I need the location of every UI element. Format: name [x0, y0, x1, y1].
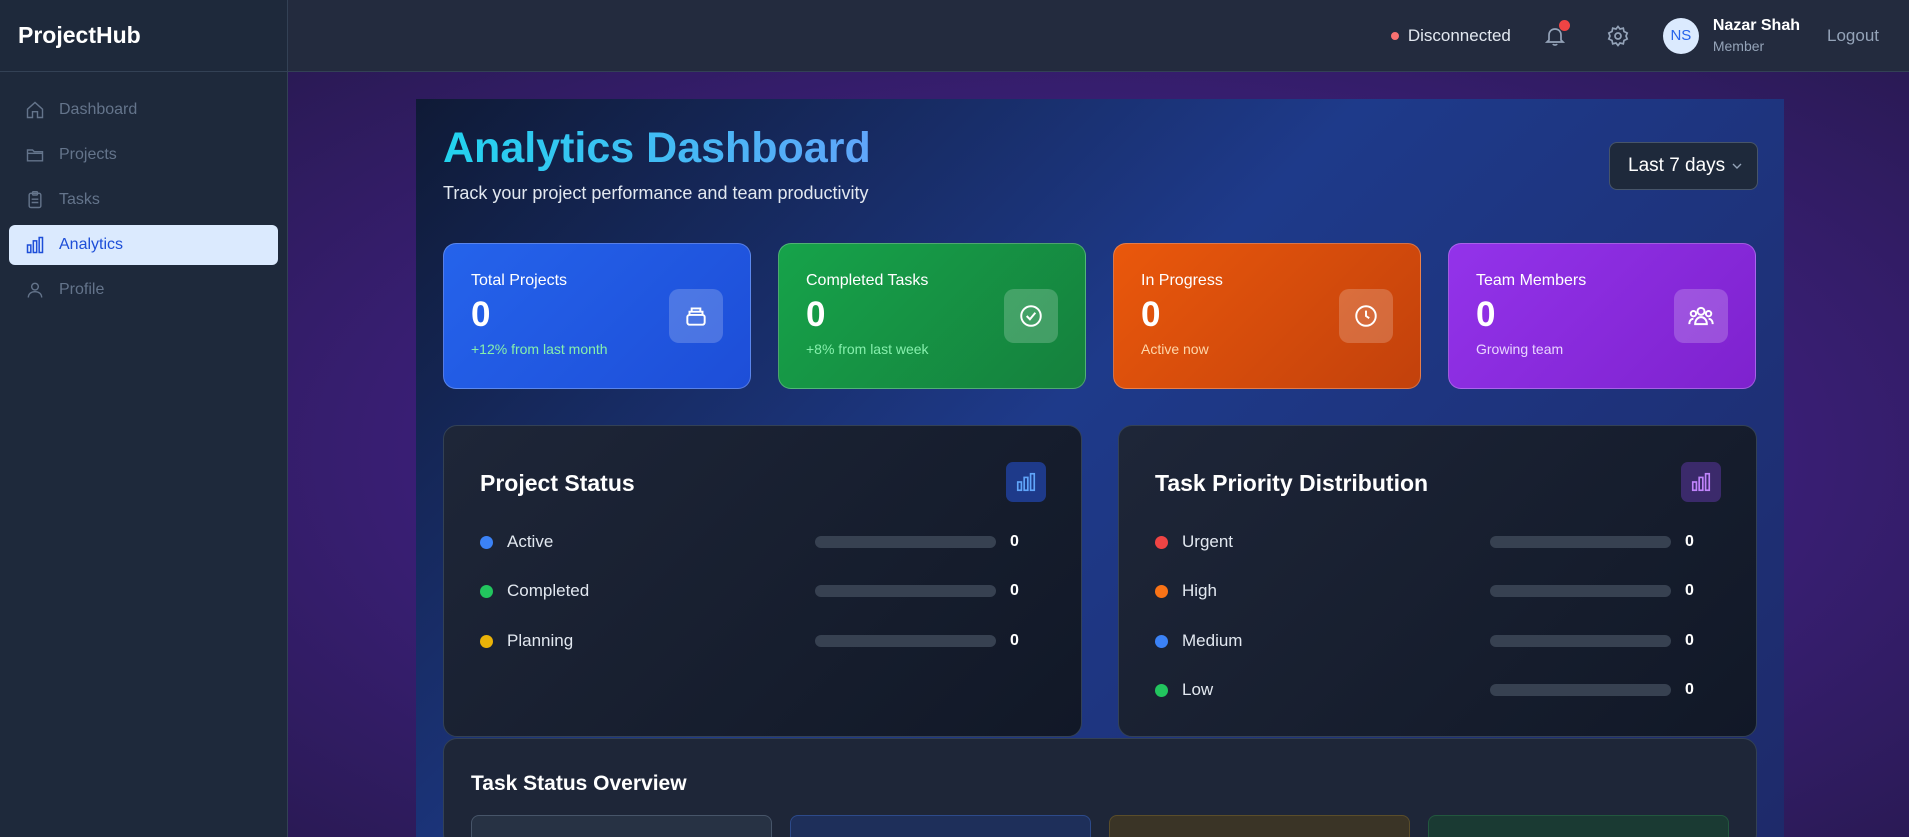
bar-chart-icon	[24, 234, 46, 256]
home-icon	[24, 99, 46, 121]
status-row-planning: Planning 0	[480, 629, 1020, 653]
task-status-tile	[1109, 815, 1410, 837]
sidebar-item-label: Dashboard	[59, 101, 138, 118]
stat-subtext: Active now	[1141, 341, 1209, 357]
notifications-button[interactable]	[1537, 18, 1573, 54]
bar-chart-icon	[1006, 462, 1046, 502]
priority-label: High	[1182, 581, 1217, 600]
sidebar-item-tasks[interactable]: Tasks	[9, 180, 278, 220]
progress-bar	[1490, 684, 1671, 696]
task-priority-card: Task Priority Distribution Urgent 0 High…	[1118, 425, 1757, 737]
stat-card-in-progress: In Progress 0 Active now	[1113, 243, 1421, 389]
date-range-select[interactable]: Last 7 days	[1609, 142, 1758, 190]
clock-icon	[1339, 289, 1393, 343]
status-count: 0	[1010, 582, 1019, 599]
sidebar-item-label: Tasks	[59, 191, 100, 208]
user-role: Member	[1712, 38, 1765, 54]
legend-dot	[1155, 584, 1168, 598]
stat-subtext: Growing team	[1476, 341, 1564, 357]
task-status-tile	[790, 815, 1091, 837]
sidebar-item-label: Analytics	[59, 236, 124, 253]
progress-bar	[1490, 536, 1671, 548]
user-icon	[24, 279, 46, 301]
check-circle-icon	[1004, 289, 1058, 343]
logout-button[interactable]: Logout	[1827, 26, 1879, 46]
status-label: Planning	[507, 631, 574, 650]
task-status-tile	[1428, 815, 1729, 837]
progress-bar	[815, 585, 996, 597]
status-count: 0	[1010, 632, 1019, 649]
avatar[interactable]: NS	[1662, 17, 1699, 54]
stat-card-total-projects: Total Projects 0 +12% from last month	[443, 243, 751, 389]
sidebar-item-label: Projects	[59, 146, 117, 163]
sidebar-item-profile[interactable]: Profile	[9, 270, 278, 310]
status-count: 0	[1010, 533, 1019, 550]
priority-row-urgent: Urgent 0	[1155, 530, 1695, 554]
legend-dot	[1155, 634, 1168, 648]
stat-card-completed-tasks: Completed Tasks 0 +8% from last week	[778, 243, 1086, 389]
priority-count: 0	[1685, 582, 1694, 599]
stat-card-team-members: Team Members 0 Growing team	[1448, 243, 1756, 389]
page-subtitle: Track your project performance and team …	[443, 183, 869, 203]
priority-count: 0	[1685, 681, 1694, 698]
team-icon	[1674, 289, 1728, 343]
priority-label: Low	[1182, 680, 1214, 699]
stat-subtext: +8% from last week	[806, 341, 929, 357]
priority-row-high: High 0	[1155, 579, 1695, 603]
card-title: Task Status Overview	[471, 772, 687, 795]
stat-label: Total Projects	[471, 272, 568, 289]
priority-count: 0	[1685, 533, 1694, 550]
project-status-card: Project Status Active 0 Completed 0 Plan…	[443, 425, 1082, 737]
priority-row-medium: Medium 0	[1155, 629, 1695, 653]
connection-status-label: Disconnected	[1407, 25, 1511, 45]
sidebar: ProjectHub Dashboard Projects Tasks Anal…	[0, 0, 288, 837]
status-dot	[1390, 31, 1399, 40]
sidebar-item-label: Profile	[59, 281, 105, 298]
legend-dot	[1155, 535, 1168, 549]
stat-subtext: +12% from last month	[471, 341, 608, 357]
sidebar-item-analytics[interactable]: Analytics	[9, 225, 278, 265]
settings-button[interactable]	[1600, 18, 1636, 54]
stat-label: Team Members	[1476, 272, 1587, 289]
connection-status: Disconnected	[1390, 25, 1511, 46]
top-bar: Disconnected NS Nazar Shah Member Logout	[288, 0, 1909, 72]
progress-bar	[815, 536, 996, 548]
sidebar-item-projects[interactable]: Projects	[9, 135, 278, 175]
priority-label: Urgent	[1182, 532, 1234, 551]
page-title: Analytics Dashboard	[443, 124, 871, 172]
chevron-down-icon	[1729, 158, 1745, 180]
folder-icon	[24, 144, 46, 166]
gear-icon	[1607, 24, 1629, 47]
legend-dot	[1155, 683, 1168, 697]
legend-dot	[480, 634, 493, 648]
priority-label: Medium	[1182, 631, 1243, 650]
status-label: Completed	[507, 581, 590, 600]
stack-icon	[669, 289, 723, 343]
stat-label: Completed Tasks	[806, 272, 929, 289]
priority-count: 0	[1685, 632, 1694, 649]
card-title: Task Priority Distribution	[1155, 470, 1429, 496]
progress-bar	[815, 635, 996, 647]
bar-chart-icon	[1681, 462, 1721, 502]
sidebar-item-dashboard[interactable]: Dashboard	[9, 90, 278, 130]
user-info: Nazar Shah Member	[1713, 17, 1800, 54]
priority-row-low: Low 0	[1155, 678, 1695, 702]
status-row-completed: Completed 0	[480, 579, 1020, 603]
progress-bar	[1490, 585, 1671, 597]
stat-label: In Progress	[1141, 272, 1223, 289]
date-range-value: Last 7 days	[1628, 155, 1726, 176]
clipboard-icon	[24, 189, 46, 211]
status-row-active: Active 0	[480, 530, 1020, 554]
brand-logo[interactable]: ProjectHub	[0, 0, 287, 72]
task-status-overview-card: Task Status Overview	[443, 738, 1757, 837]
task-status-tile	[471, 815, 772, 837]
status-label: Active	[507, 532, 554, 551]
user-name: Nazar Shah	[1712, 17, 1800, 34]
legend-dot	[480, 584, 493, 598]
card-title: Project Status	[480, 470, 635, 496]
progress-bar	[1490, 635, 1671, 647]
notification-badge	[1558, 19, 1570, 31]
legend-dot	[480, 535, 493, 549]
sidebar-nav: Dashboard Projects Tasks Analytics Profi…	[0, 72, 287, 333]
